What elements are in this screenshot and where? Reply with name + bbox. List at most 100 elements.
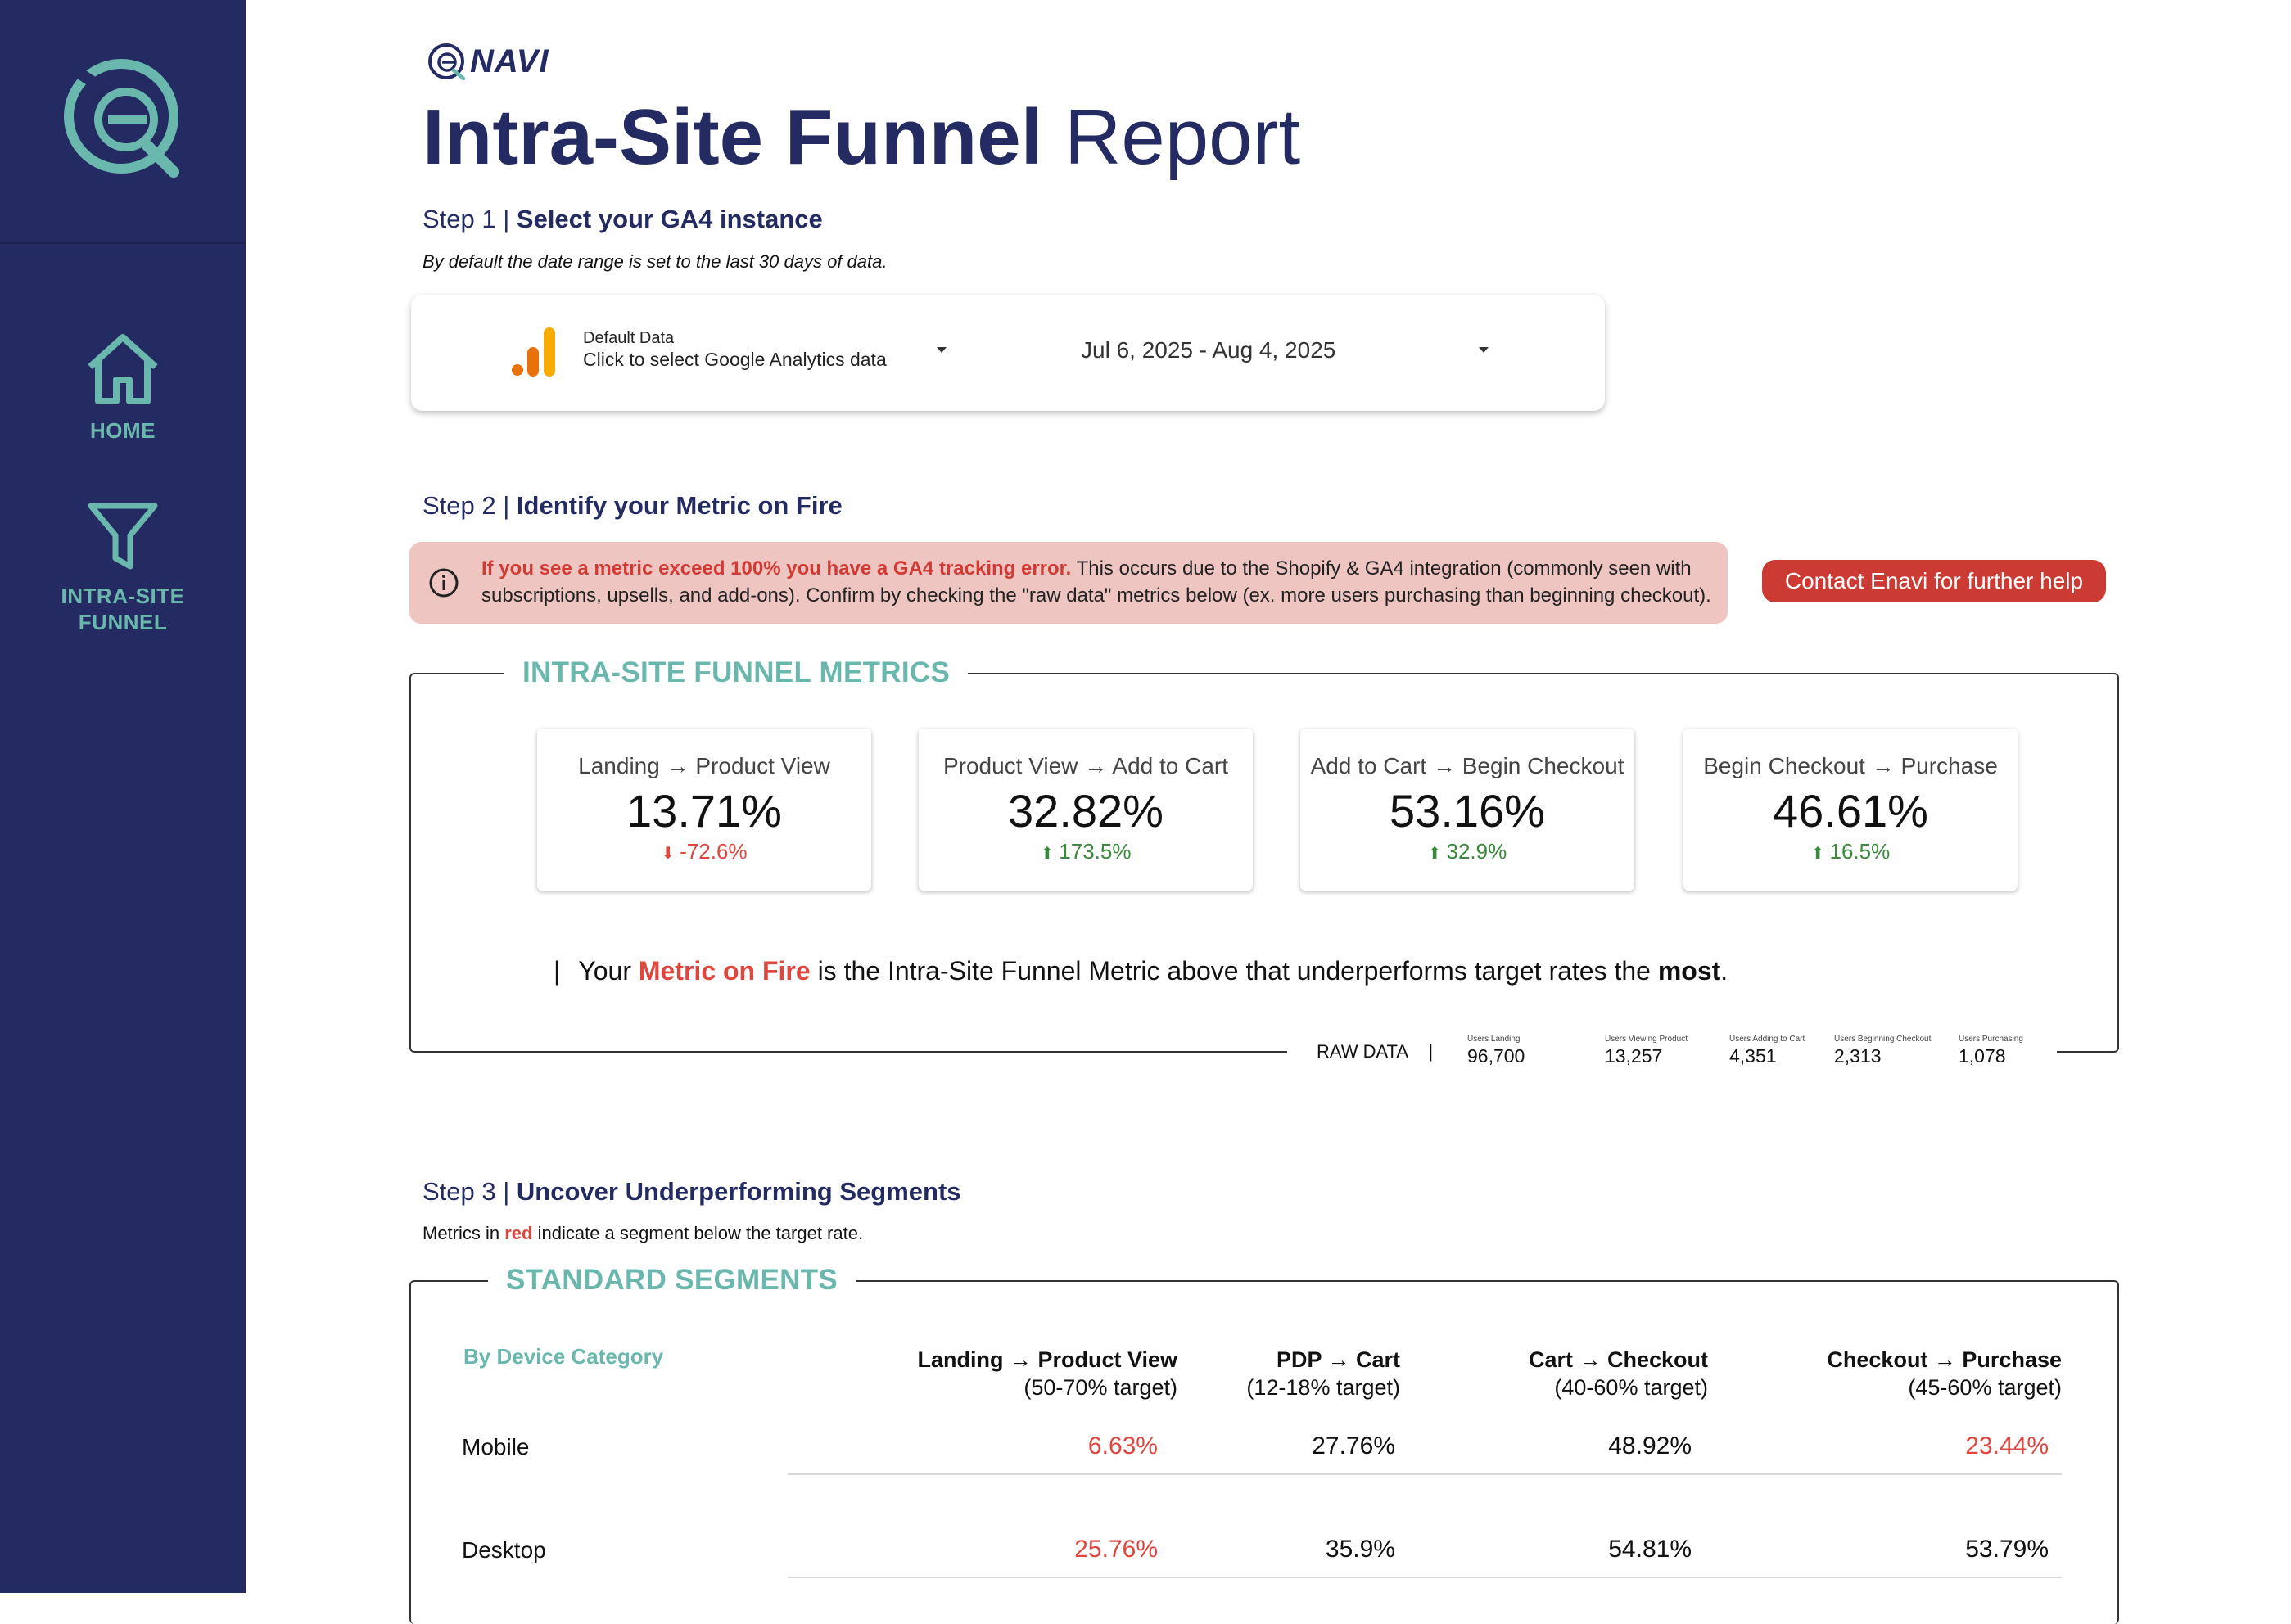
column-header-name: Cart → Checkout xyxy=(1528,1347,1708,1372)
home-icon xyxy=(88,334,158,404)
kpi-label: Add to Cart → Begin Checkout xyxy=(1310,753,1624,778)
raw-data-item: Users Purchasing 1,078 xyxy=(1959,1035,2023,1067)
step3-heading: Step 3 | Uncover Underperforming Segment… xyxy=(423,1177,961,1207)
step1-heading: Step 1 | Select your GA4 instance xyxy=(423,205,823,234)
raw-data-item: Users Landing 96,700 xyxy=(1467,1035,1525,1067)
funnel-metrics-title: INTRA-SITE FUNNEL METRICS xyxy=(504,656,969,689)
data-source-small-label: Default Data xyxy=(583,329,675,347)
alert-warning: If you see a metric exceed 100% you have… xyxy=(481,557,1072,580)
data-source-dropdown-caret[interactable] xyxy=(937,347,947,353)
fire-line-bold: most xyxy=(1657,956,1721,986)
info-icon xyxy=(429,568,459,598)
page-title-bold: Intra-Site Funnel xyxy=(423,93,1043,181)
step3-note-post: indicate a segment below the target rate… xyxy=(532,1223,864,1243)
raw-data-item-label: Users Viewing Product xyxy=(1605,1035,1688,1044)
kpi-card-product-view-add-to-cart[interactable]: Product View → Add to Cart 32.82% ⬆ 173.5… xyxy=(919,729,1253,891)
column-header-cart-checkout: Cart → Checkout (40-60% target) xyxy=(1529,1346,1708,1401)
raw-data-item: Users Adding to Cart 4,351 xyxy=(1729,1035,1805,1067)
raw-data-item: Users Beginning Checkout 2,313 xyxy=(1834,1035,1931,1067)
kpi-value: 53.16% xyxy=(1390,785,1545,837)
kpi-delta-value: 173.5% xyxy=(1059,839,1132,864)
kpi-card-add-to-cart-begin-checkout[interactable]: Add to Cart → Begin Checkout 53.16% ⬆ 32.… xyxy=(1300,729,1634,891)
raw-data-item-value: 2,313 xyxy=(1834,1045,1882,1067)
column-header-landing-product-view: Landing → Product View (50-70% target) xyxy=(917,1346,1177,1401)
step1-prefix: Step 1 | xyxy=(423,205,517,233)
brand: NAVI xyxy=(426,41,549,82)
page-title-light: Report xyxy=(1064,93,1301,181)
kpi-label: Landing → Product View xyxy=(578,753,830,778)
fire-line-bar: | xyxy=(554,956,561,986)
raw-data-item-value: 1,078 xyxy=(1959,1045,2006,1067)
column-header-checkout-purchase: Checkout → Purchase (45-60% target) xyxy=(1827,1346,2062,1401)
funnel-icon xyxy=(88,503,158,570)
kpi-label: Begin Checkout → Purchase xyxy=(1703,753,1998,778)
step1-note: By default the date range is set to the … xyxy=(423,251,888,272)
kpi-delta-value: 32.9% xyxy=(1446,839,1507,864)
kpi-card-begin-checkout-purchase[interactable]: Begin Checkout → Purchase 46.61% ⬆ 16.5% xyxy=(1683,729,2018,891)
sidebar-item-label-line2: FUNNEL xyxy=(78,610,168,634)
column-header-name: Landing → Product View xyxy=(917,1347,1177,1372)
step3-prefix: Step 3 | xyxy=(423,1177,517,1206)
brand-name: NAVI xyxy=(470,43,549,79)
step2-heading: Step 2 | Identify your Metric on Fire xyxy=(423,491,843,521)
fire-line-post: . xyxy=(1720,956,1728,986)
raw-data-item-value: 4,351 xyxy=(1729,1045,1777,1067)
step3-title: Uncover Underperforming Segments xyxy=(516,1177,961,1206)
column-header-name: PDP → Cart xyxy=(1276,1347,1400,1372)
raw-data-item-label: Users Adding to Cart xyxy=(1729,1035,1805,1044)
column-header-name: Checkout → Purchase xyxy=(1827,1347,2062,1372)
segment-cell: 54.81% xyxy=(1608,1536,1692,1563)
kpi-delta: ⬆ 32.9% xyxy=(1300,839,1634,864)
segment-cell: 48.92% xyxy=(1608,1432,1692,1459)
sidebar-item-home[interactable]: HOME xyxy=(0,329,246,444)
sidebar-item-intra-site-funnel[interactable]: INTRA-SITE FUNNEL xyxy=(0,499,246,635)
column-header-pdp-cart: PDP → Cart (12-18% target) xyxy=(1246,1346,1400,1401)
kpi-card-landing-product-view[interactable]: Landing → Product View 13.71% ⬇ -72.6% xyxy=(537,729,871,891)
enavi-brand-icon xyxy=(428,43,466,81)
sidebar-item-label: HOME xyxy=(90,418,156,443)
page-title: Intra-Site Funnel Report xyxy=(423,88,1300,187)
arrow-up-icon: ⬆ xyxy=(1427,845,1442,863)
raw-data-strip: RAW DATA | Users Landing 96,700 Users Vi… xyxy=(1287,1035,2057,1076)
step3-note-red: red xyxy=(504,1223,533,1243)
arrow-up-icon: ⬆ xyxy=(1810,845,1825,863)
fire-line-pre: Your xyxy=(578,956,639,986)
raw-data-item-label: Users Purchasing xyxy=(1959,1035,2023,1044)
step2-title: Identify your Metric on Fire xyxy=(516,491,843,520)
standard-segments-title: STANDARD SEGMENTS xyxy=(488,1264,856,1297)
kpi-value: 32.82% xyxy=(1008,785,1164,837)
sidebar-item-label-line1: INTRA-SITE xyxy=(61,584,185,608)
kpi-label: Product View → Add to Cart xyxy=(942,753,1229,778)
segment-row-label-mobile: Mobile xyxy=(462,1434,530,1459)
data-source-selector[interactable]: Click to select Google Analytics data xyxy=(583,349,887,371)
raw-data-item-value: 13,257 xyxy=(1605,1045,1663,1067)
tracking-error-alert: If you see a metric exceed 100% you have… xyxy=(409,542,1728,624)
google-analytics-icon xyxy=(512,327,555,377)
enavi-logo-icon[interactable] xyxy=(59,54,187,182)
row-divider xyxy=(788,1577,2062,1578)
segment-cell: 27.76% xyxy=(1312,1432,1395,1459)
data-selector-card: Default Data Click to select Google Anal… xyxy=(411,295,1605,411)
step2-prefix: Step 2 | xyxy=(423,491,517,520)
segment-cell: 6.63% xyxy=(1087,1432,1158,1459)
segment-cell: 53.79% xyxy=(1965,1536,2049,1563)
alert-text: If you see a metric exceed 100% you have… xyxy=(481,555,1718,609)
contact-enavi-button[interactable]: Contact Enavi for further help xyxy=(1762,560,2106,602)
standard-segments-panel xyxy=(409,1280,2119,1624)
sidebar-logo-block xyxy=(0,0,246,244)
metric-on-fire-highlight: Metric on Fire xyxy=(638,956,811,986)
arrow-down-icon: ⬇ xyxy=(661,845,676,863)
raw-data-item: Users Viewing Product 13,257 xyxy=(1605,1035,1688,1067)
kpi-delta: ⬇ -72.6% xyxy=(537,839,871,864)
kpi-delta: ⬆ 173.5% xyxy=(919,839,1253,864)
segment-cell: 35.9% xyxy=(1325,1536,1395,1563)
raw-data-separator: | xyxy=(1428,1041,1434,1062)
raw-data-item-value: 96,700 xyxy=(1467,1045,1525,1067)
column-header-target: (40-60% target) xyxy=(1554,1375,1708,1400)
raw-data-label: RAW DATA | xyxy=(1317,1041,1434,1062)
column-header-target: (12-18% target) xyxy=(1246,1375,1400,1400)
date-range-selector[interactable]: Jul 6, 2025 - Aug 4, 2025 xyxy=(1081,337,1335,363)
step1-title: Select your GA4 instance xyxy=(516,205,823,233)
segment-group-label: By Device Category xyxy=(463,1344,664,1369)
date-range-dropdown-caret[interactable] xyxy=(1479,347,1489,353)
